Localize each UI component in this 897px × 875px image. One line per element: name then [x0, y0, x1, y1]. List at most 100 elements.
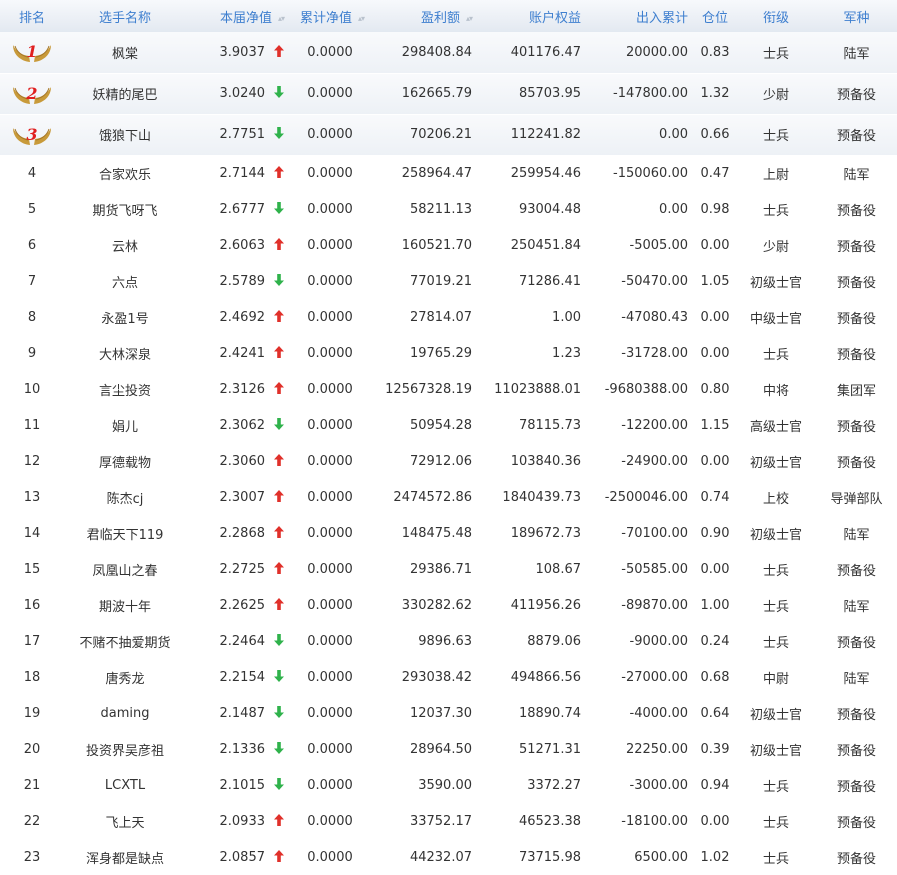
- player-name[interactable]: 言尘投资: [64, 371, 186, 407]
- military-rank: 初级士官: [749, 275, 802, 291]
- cumulative-nav: 0.0000: [307, 381, 353, 397]
- table-row[interactable]: 2 妖精的尾巴 3.0240 0.0000 162665.79 85703.95 -1478…: [0, 73, 897, 114]
- table-row[interactable]: 12 厚德载物 2.3060 0.0000 72912.06 103840.36 -2490…: [0, 443, 897, 479]
- player-name[interactable]: 不赌不抽爱期货: [64, 623, 186, 659]
- current-nav: 2.7751: [219, 127, 266, 143]
- account-equity: 93004.48: [518, 201, 581, 217]
- current-nav-cell: 2.1336: [186, 731, 290, 767]
- table-row[interactable]: 3 饿狼下山 2.7751 0.0000 70206.21 112241.82 0.00 0.…: [0, 114, 897, 155]
- cumulative-nav: 0.0000: [307, 633, 353, 649]
- current-nav-cell: 2.4241: [186, 335, 290, 371]
- player-name[interactable]: 投资界吴彦祖: [64, 731, 186, 767]
- position-ratio: 0.00: [700, 237, 730, 253]
- table-row[interactable]: 21 LCXTL 2.1015 0.0000 3590.00 3372.27 -3000.0…: [0, 767, 897, 803]
- table-body: 1 枫棠 3.9037 0.0000 298408.84 401176.47 20000.0…: [0, 32, 897, 875]
- player-name[interactable]: 陈杰cj: [64, 479, 186, 515]
- current-nav: 2.3007: [219, 489, 266, 505]
- current-nav-cell: 3.0240: [186, 73, 290, 114]
- player-name[interactable]: 饿狼下山: [64, 114, 186, 155]
- military-rank: 少尉: [762, 239, 789, 255]
- cash-flow: 0.00: [659, 201, 688, 217]
- military-rank: 士兵: [762, 46, 789, 62]
- military-branch: 预备役: [836, 239, 876, 255]
- table-row[interactable]: 4 合家欢乐 2.7144 0.0000 258964.47 259954.46 -1500…: [0, 155, 897, 191]
- rank-cell: 21: [23, 777, 41, 793]
- cash-flow: -9000.00: [629, 633, 688, 649]
- account-equity: 3372.27: [527, 777, 581, 793]
- column-header-current-nav[interactable]: 本届净值: [186, 0, 290, 32]
- arrow-up-icon: [265, 525, 284, 541]
- table-row[interactable]: 5 期货飞呀飞 2.6777 0.0000 58211.13 93004.48 0.00 0.…: [0, 191, 897, 227]
- current-nav: 2.1487: [219, 705, 266, 721]
- player-name[interactable]: daming: [64, 695, 186, 731]
- column-header-profit[interactable]: 盈利额: [370, 0, 478, 32]
- table-row[interactable]: 11 娟儿 2.3062 0.0000 50954.28 78115.73 -12200.0…: [0, 407, 897, 443]
- account-equity: 71286.41: [518, 273, 581, 289]
- rank-cell: 12: [23, 453, 41, 469]
- player-name[interactable]: 大林深泉: [64, 335, 186, 371]
- table-row[interactable]: 8 永盈1号 2.4692 0.0000 27814.07 1.00 -47080.43 0.…: [0, 299, 897, 335]
- cash-flow: -12200.00: [621, 417, 688, 433]
- account-equity: 411956.26: [510, 597, 581, 613]
- military-rank: 士兵: [762, 851, 789, 867]
- cumulative-nav: 0.0000: [307, 561, 353, 577]
- table-row[interactable]: 7 六点 2.5789 0.0000 77019.21 71286.41 -50470.00…: [0, 263, 897, 299]
- table-row[interactable]: 19 daming 2.1487 0.0000 12037.30 18890.74 -400…: [0, 695, 897, 731]
- cash-flow: -150060.00: [613, 165, 688, 181]
- profit-amount: 19765.29: [409, 345, 472, 361]
- current-nav: 2.7144: [219, 165, 266, 181]
- current-nav: 2.3060: [219, 453, 266, 469]
- column-header-branch[interactable]: 军种: [816, 0, 897, 32]
- player-name[interactable]: 飞上天: [64, 803, 186, 839]
- table-row[interactable]: 22 飞上天 2.0933 0.0000 33752.17 46523.38 -18100.…: [0, 803, 897, 839]
- current-nav-cell: 2.6777: [186, 191, 290, 227]
- player-name[interactable]: 合家欢乐: [64, 155, 186, 191]
- profit-amount: 27814.07: [409, 309, 472, 325]
- profit-amount: 70206.21: [409, 127, 472, 143]
- table-row[interactable]: 6 云林 2.6063 0.0000 160521.70 250451.84 -5005.0…: [0, 227, 897, 263]
- profit-amount: 293038.42: [401, 669, 472, 685]
- player-name[interactable]: 浑身都是缺点: [64, 839, 186, 875]
- military-branch: 预备役: [836, 88, 876, 103]
- column-header-cash-flow[interactable]: 出入累计: [587, 0, 694, 32]
- military-branch: 陆军: [843, 671, 870, 687]
- player-name[interactable]: 期货飞呀飞: [64, 191, 186, 227]
- player-name[interactable]: 厚德载物: [64, 443, 186, 479]
- cumulative-nav: 0.0000: [307, 597, 353, 613]
- table-row[interactable]: 10 言尘投资 2.3126 0.0000 12567328.19 11023888.01…: [0, 371, 897, 407]
- table-row[interactable]: 18 唐秀龙 2.2154 0.0000 293038.42 494866.56 -2700…: [0, 659, 897, 695]
- column-header-rank[interactable]: 排名: [0, 0, 64, 32]
- column-header-account-equity[interactable]: 账户权益: [478, 0, 587, 32]
- cumulative-nav: 0.0000: [307, 453, 353, 469]
- cumulative-nav: 0.0000: [307, 237, 353, 253]
- table-row[interactable]: 17 不赌不抽爱期货 2.2464 0.0000 9896.63 8879.06 -9000…: [0, 623, 897, 659]
- player-name[interactable]: 永盈1号: [64, 299, 186, 335]
- column-header-position[interactable]: 仓位: [694, 0, 736, 32]
- table-row[interactable]: 16 期波十年 2.2625 0.0000 330282.62 411956.26 -898…: [0, 587, 897, 623]
- player-name[interactable]: 枫棠: [64, 32, 186, 73]
- player-name[interactable]: 唐秀龙: [64, 659, 186, 695]
- player-name[interactable]: 妖精的尾巴: [64, 73, 186, 114]
- account-equity: 1.00: [552, 309, 581, 325]
- column-header-military-rank[interactable]: 衔级: [736, 0, 816, 32]
- table-row[interactable]: 15 凤凰山之春 2.2725 0.0000 29386.71 108.67 -50585.…: [0, 551, 897, 587]
- account-equity: 112241.82: [510, 127, 581, 143]
- player-name[interactable]: 君临天下119: [64, 515, 186, 551]
- column-header-player-name[interactable]: 选手名称: [64, 0, 186, 32]
- table-row[interactable]: 1 枫棠 3.9037 0.0000 298408.84 401176.47 20000.0…: [0, 32, 897, 73]
- table-row[interactable]: 23 浑身都是缺点 2.0857 0.0000 44232.07 73715.98 6500…: [0, 839, 897, 875]
- table-row[interactable]: 9 大林深泉 2.4241 0.0000 19765.29 1.23 -31728.00 0.…: [0, 335, 897, 371]
- player-name[interactable]: 凤凰山之春: [64, 551, 186, 587]
- table-row[interactable]: 13 陈杰cj 2.3007 0.0000 2474572.86 1840439.73 -2…: [0, 479, 897, 515]
- player-name[interactable]: 云林: [64, 227, 186, 263]
- player-name[interactable]: LCXTL: [64, 767, 186, 803]
- player-name[interactable]: 期波十年: [64, 587, 186, 623]
- column-header-cumulative-nav[interactable]: 累计净值: [290, 0, 370, 32]
- position-ratio: 0.47: [700, 165, 730, 181]
- table-row[interactable]: 20 投资界吴彦祖 2.1336 0.0000 28964.50 51271.31 2225…: [0, 731, 897, 767]
- military-branch: 预备役: [836, 419, 876, 435]
- player-name[interactable]: 六点: [64, 263, 186, 299]
- table-row[interactable]: 14 君临天下119 2.2868 0.0000 148475.48 189672.73 -…: [0, 515, 897, 551]
- account-equity: 18890.74: [518, 705, 581, 721]
- player-name[interactable]: 娟儿: [64, 407, 186, 443]
